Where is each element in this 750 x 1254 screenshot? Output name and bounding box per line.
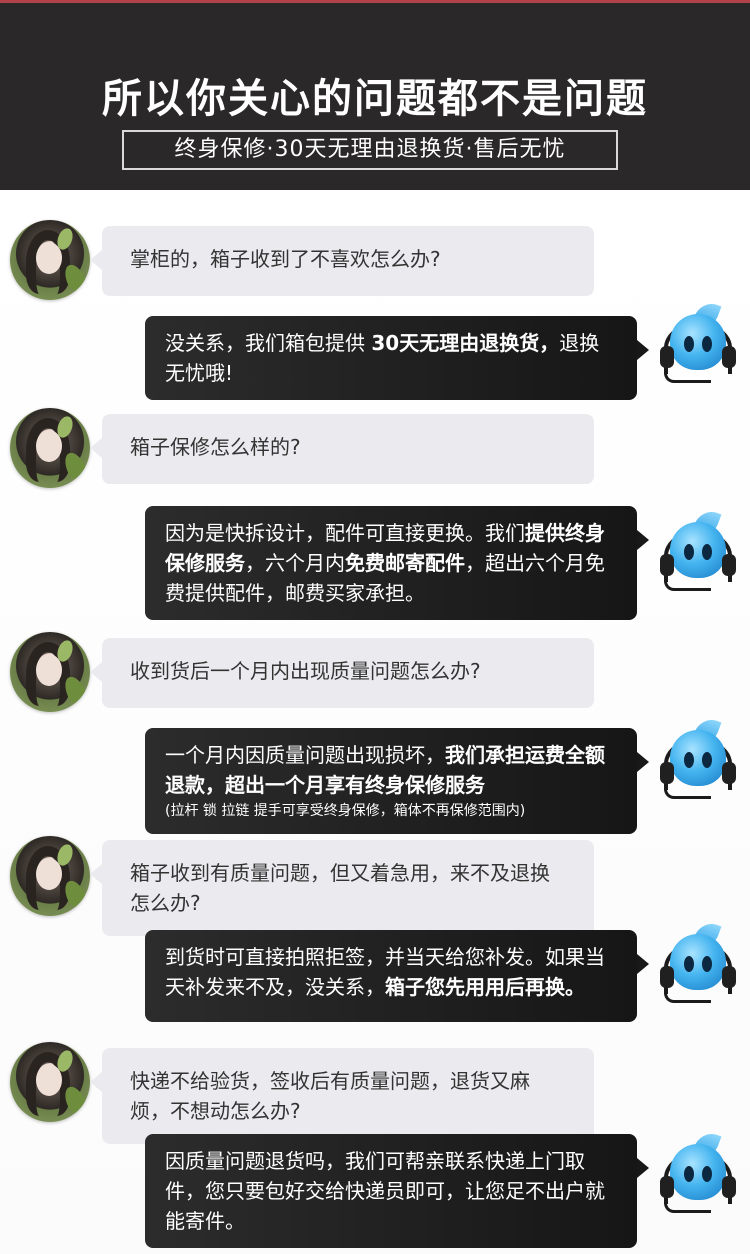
answer-bubble: 到货时可直接拍照拒签，并当天给您补发。如果当天补发来不及，没关系，箱子您先用用后… bbox=[145, 930, 649, 1022]
question-text: 箱子保修怎么样的? bbox=[130, 435, 301, 459]
page-title: 所以你关心的问题都不是问题 bbox=[102, 76, 648, 122]
answer-highlight: 免费邮寄配件 bbox=[345, 551, 465, 575]
answer-text: 没关系，我们箱包提供 bbox=[165, 331, 372, 355]
customer-service-bot-icon bbox=[660, 714, 736, 802]
answer-text: 因质量问题退货吗，我们可帮亲联系快递上门取件，您只要包好交给快递员即可，让您足不… bbox=[165, 1149, 605, 1233]
question-bubble: 箱子收到有质量问题，但又着急用，来不及退换怎么办? bbox=[90, 840, 594, 936]
answer-bubble: 因质量问题退货吗，我们可帮亲联系快递上门取件，您只要包好交给快递员即可，让您足不… bbox=[145, 1134, 649, 1248]
answer-text: 因为是快拆设计，配件可直接更换。我们 bbox=[165, 521, 525, 545]
answer-highlight: 箱子您先用用后再换。 bbox=[385, 975, 585, 999]
customer-service-bot-icon bbox=[660, 918, 736, 1006]
customer-avatar bbox=[10, 220, 90, 300]
question-bubble: 快递不给验货，签收后有质量问题，退货又麻烦，不想动怎么办? bbox=[90, 1048, 594, 1144]
customer-avatar bbox=[10, 408, 90, 488]
answer-bubble: 因为是快拆设计，配件可直接更换。我们提供终身保修服务，六个月内免费邮寄配件，超出… bbox=[145, 506, 649, 620]
answer-bubble: 一个月内因质量问题出现损坏，我们承担运费全额退款，超出一个月享有终身保修服务 (拉… bbox=[145, 728, 649, 834]
answer-bubble: 没关系，我们箱包提供 30天无理由退换货，退换无忧哦! bbox=[145, 316, 649, 400]
question-bubble: 掌柜的，箱子收到了不喜欢怎么办? bbox=[90, 226, 594, 296]
customer-service-bot-icon bbox=[660, 506, 736, 594]
answer-text: 一个月内因质量问题出现损坏， bbox=[165, 743, 445, 767]
answer-note: (拉杆 锁 拉链 提手可享受终身保修，箱体不再保修范围内) bbox=[165, 803, 526, 819]
header-banner: 所以你关心的问题都不是问题 终身保修·30天无理由退换货·售后无忧 bbox=[0, 0, 750, 190]
customer-avatar bbox=[10, 632, 90, 712]
question-bubble: 箱子保修怎么样的? bbox=[90, 414, 594, 484]
question-text: 箱子收到有质量问题，但又着急用，来不及退换怎么办? bbox=[130, 861, 550, 915]
customer-service-bot-icon bbox=[660, 298, 736, 386]
customer-avatar bbox=[10, 1042, 90, 1122]
faq-chat: 掌柜的，箱子收到了不喜欢怎么办? 没关系，我们箱包提供 30天无理由退换货，退换无… bbox=[0, 190, 750, 1254]
answer-text: ，六个月内 bbox=[245, 551, 345, 575]
question-bubble: 收到货后一个月内出现质量问题怎么办? bbox=[90, 638, 594, 708]
customer-avatar bbox=[10, 836, 90, 916]
page-subtitle: 终身保修·30天无理由退换货·售后无忧 bbox=[122, 130, 618, 170]
question-text: 掌柜的，箱子收到了不喜欢怎么办? bbox=[130, 247, 441, 271]
answer-highlight: 30天无理由退换货， bbox=[371, 331, 560, 355]
question-text: 快递不给验货，签收后有质量问题，退货又麻烦，不想动怎么办? bbox=[130, 1069, 530, 1123]
customer-service-bot-icon bbox=[660, 1128, 736, 1216]
question-text: 收到货后一个月内出现质量问题怎么办? bbox=[130, 659, 481, 683]
